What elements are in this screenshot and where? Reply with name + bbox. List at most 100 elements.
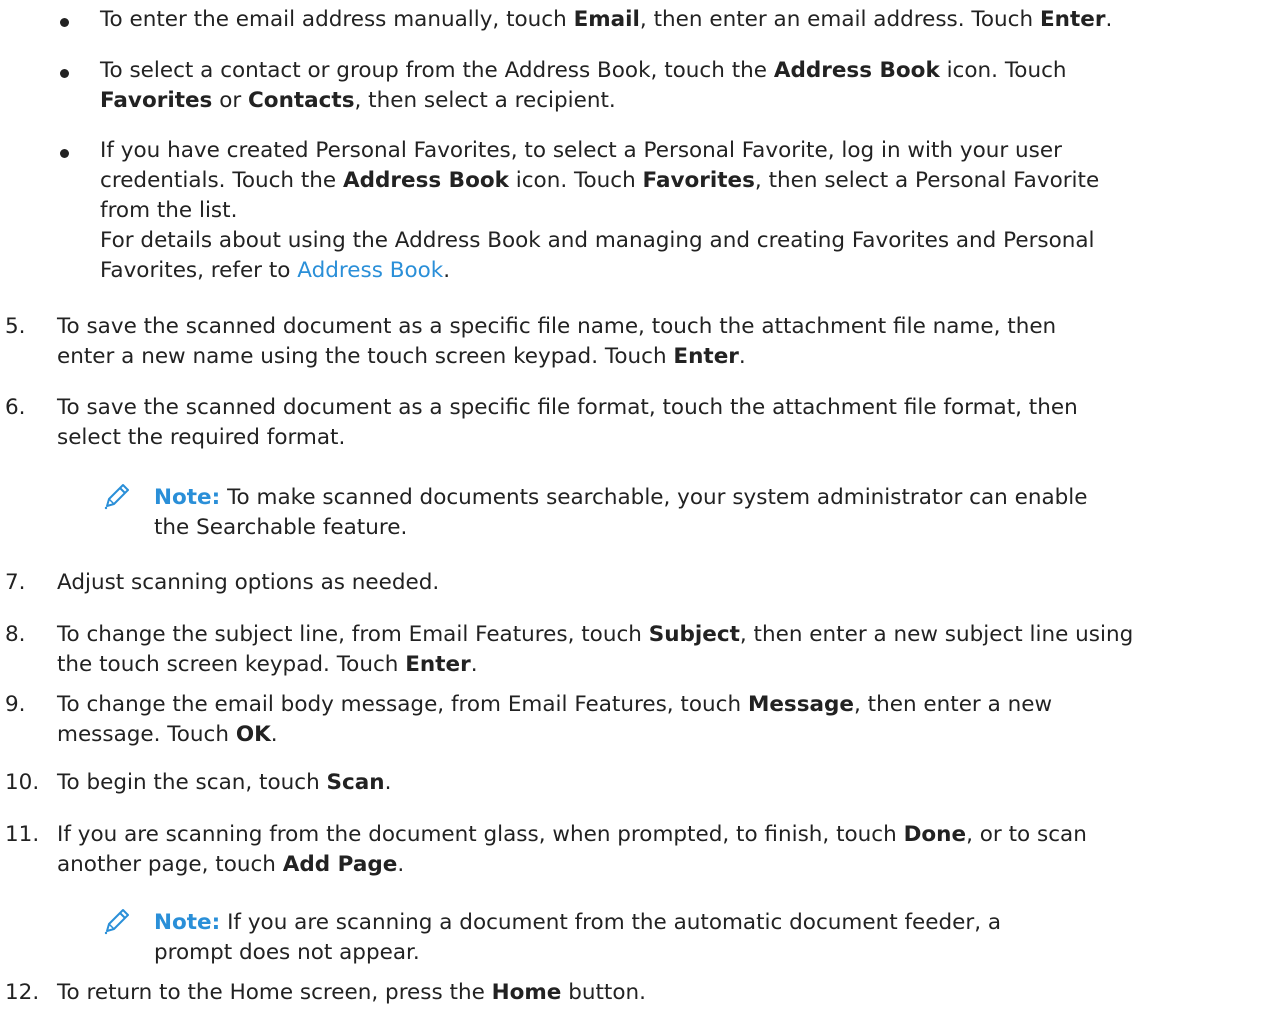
step-10-text: To begin the scan, touch Scan. (57, 768, 1262, 798)
text-span: . (1105, 7, 1113, 32)
text-line: To select a contact or group from the Ad… (100, 56, 1260, 86)
bold-term: Address Book (343, 168, 509, 193)
text-span: To return to the Home screen, press the (57, 980, 492, 1005)
text-line: message. Touch OK. (57, 720, 1262, 750)
text-line: To enter the email address manually, tou… (100, 5, 1260, 35)
address-book-link[interactable]: Address Book (297, 258, 443, 283)
text-span: . (270, 722, 278, 747)
note-adf: Note: If you are scanning a document fro… (154, 908, 1154, 968)
bold-term: Scan (326, 770, 385, 795)
text-line: select the required format. (57, 423, 1262, 453)
text-line: To begin the scan, touch Scan. (57, 768, 1262, 798)
text-span: from the list. (100, 198, 238, 223)
text-span: , then enter an email address. Touch (639, 7, 1040, 32)
text-span: icon. Touch (939, 58, 1067, 83)
text-span: select the required format. (57, 425, 346, 450)
text-span: icon. Touch (508, 168, 643, 193)
text-span: To save the scanned document as a specif… (57, 395, 1078, 420)
bold-term: Done (903, 822, 967, 847)
text-line: To change the subject line, from Email F… (57, 620, 1262, 650)
text-span: Adjust scanning options as needed. (57, 570, 440, 595)
note-searchable: Note: To make scanned documents searchab… (154, 483, 1154, 543)
text-line: Adjust scanning options as needed. (57, 568, 1262, 598)
text-span: button. (561, 980, 646, 1005)
bold-term: Enter (405, 652, 471, 677)
text-line: Note: To make scanned documents searchab… (154, 483, 1154, 513)
text-span: , or to scan (966, 822, 1087, 847)
text-span: To begin the scan, touch (57, 770, 327, 795)
note-label: Note: (154, 485, 221, 510)
text-line: To save the scanned document as a specif… (57, 312, 1262, 342)
text-line: To change the email body message, from E… (57, 690, 1262, 720)
step-number: 12. (5, 980, 40, 1005)
text-line: prompt does not appear. (154, 940, 420, 965)
text-span: , then select a recipient. (354, 88, 616, 113)
bold-term: Favorites (100, 88, 213, 113)
text-line: another page, touch Add Page. (57, 850, 1262, 880)
bold-term: Message (747, 692, 854, 717)
text-span: another page, touch (57, 852, 283, 877)
bold-term: Favorites (642, 168, 755, 193)
document-page: To enter the email address manually, tou… (0, 0, 1270, 1014)
bold-term: Contacts (248, 88, 355, 113)
text-span: To enter the email address manually, tou… (100, 7, 574, 32)
pencil-icon (103, 480, 133, 510)
text-span: . (397, 852, 405, 877)
text-span: , then enter a new subject line using (739, 622, 1134, 647)
text-span: Favorites, refer to (100, 258, 298, 283)
text-line: Favorites, refer to Address Book. (100, 256, 1260, 286)
step-5-text: To save the scanned document as a specif… (57, 312, 1262, 372)
text-span: message. Touch (57, 722, 236, 747)
text-span: enter a new name using the touch screen … (57, 344, 674, 369)
step-7-text: Adjust scanning options as needed. (57, 568, 1262, 598)
step-number: 7. (5, 570, 26, 595)
bold-term: Address Book (773, 58, 940, 83)
step-number: 8. (5, 622, 26, 647)
step-number: 11. (5, 822, 40, 847)
bullet-item-personal-favorites: If you have created Personal Favorites, … (100, 136, 1260, 286)
text-span: , then select a Personal Favorite (754, 168, 1100, 193)
step-12-text: To return to the Home screen, press the … (57, 978, 1262, 1008)
note-label: Note: (154, 910, 221, 935)
step-number: 9. (5, 692, 26, 717)
text-line: Note: If you are scanning a document fro… (154, 908, 1154, 938)
bullet-dot (60, 69, 69, 78)
bullet-dot (60, 18, 69, 27)
step-number: 5. (5, 314, 26, 339)
text-span: or (212, 88, 249, 113)
bold-term: OK (235, 722, 271, 747)
bold-term: Subject (648, 622, 740, 647)
text-line: Favorites or Contacts, then select a rec… (100, 86, 1260, 116)
text-span: If you are scanning from the document gl… (57, 822, 904, 847)
text-line: credentials. Touch the Address Book icon… (100, 166, 1260, 196)
text-span: If you have created Personal Favorites, … (100, 138, 1062, 163)
text-line: the Searchable feature. (154, 515, 408, 540)
text-span: For details about using the Address Book… (100, 228, 1095, 253)
bold-term: Home (491, 980, 562, 1005)
text-span: . (443, 258, 451, 283)
step-6-text: To save the scanned document as a specif… (57, 393, 1262, 453)
text-span: credentials. Touch the (100, 168, 343, 193)
bold-term: Add Page (282, 852, 398, 877)
text-line: the touch screen keypad. Touch Enter. (57, 650, 1262, 680)
text-span: the touch screen keypad. Touch (57, 652, 406, 677)
text-span: If you are scanning a document from the … (220, 910, 1002, 935)
text-line: To save the scanned document as a specif… (57, 393, 1262, 423)
text-span: To make scanned documents searchable, yo… (220, 485, 1088, 510)
pencil-icon (103, 905, 133, 935)
text-span: . (470, 652, 478, 677)
bold-term: Enter (673, 344, 739, 369)
text-span: To change the email body message, from E… (57, 692, 748, 717)
text-span: . (738, 344, 746, 369)
text-line: from the list. (100, 196, 1260, 226)
bullet-item-address-book: To select a contact or group from the Ad… (100, 56, 1260, 116)
text-line: enter a new name using the touch screen … (57, 342, 1262, 372)
step-11-text: If you are scanning from the document gl… (57, 820, 1262, 880)
text-span: , then enter a new (854, 692, 1053, 717)
step-number: 10. (5, 770, 40, 795)
text-span: To select a contact or group from the Ad… (100, 58, 774, 83)
text-span: To change the subject line, from Email F… (57, 622, 649, 647)
text-line: To return to the Home screen, press the … (57, 978, 1262, 1008)
bullet-item-email-manual: To enter the email address manually, tou… (100, 5, 1260, 35)
text-span: To save the scanned document as a specif… (57, 314, 1057, 339)
